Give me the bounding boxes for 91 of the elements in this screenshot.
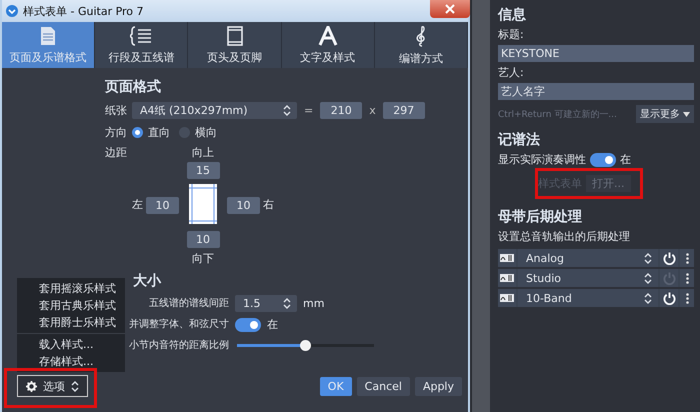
effect-dropdown[interactable]: 10-Band xyxy=(518,289,658,307)
paper-size-dropdown[interactable]: A4纸 (210x297mm) xyxy=(132,102,297,119)
slider-handle[interactable] xyxy=(300,340,310,351)
left-margin-field[interactable]: 10 xyxy=(146,196,179,214)
up-down-icon xyxy=(283,105,291,116)
width-field[interactable]: 210 xyxy=(320,102,362,119)
tab[interactable]: 行段及五线谱 xyxy=(95,22,188,68)
section-heading: 记谱法 xyxy=(498,131,541,149)
staff-icon xyxy=(130,26,152,46)
window-title: 样式表单 - Guitar Pro 7 xyxy=(23,4,144,18)
unit-label: mm xyxy=(303,297,324,310)
letter-icon xyxy=(318,26,338,46)
up-down-icon xyxy=(644,272,652,284)
artist-label: 艺人: xyxy=(498,65,525,80)
transpose-label: 显示实际演奏调性 xyxy=(498,152,586,167)
up-down-icon xyxy=(283,298,291,309)
toggle-state: 在 xyxy=(267,317,278,332)
page-frame-icon xyxy=(226,26,242,46)
menu-item[interactable]: 套用爵士乐样式 xyxy=(17,314,125,331)
radio-label: 直向 xyxy=(148,125,170,140)
up-down-icon xyxy=(644,292,652,304)
more-icon xyxy=(686,272,688,284)
times-sign: x xyxy=(368,104,377,117)
more-button[interactable] xyxy=(680,269,694,287)
top-margin-field[interactable]: 15 xyxy=(186,162,220,179)
power-button[interactable] xyxy=(660,289,678,307)
power-button[interactable] xyxy=(660,249,678,267)
dialog-button[interactable]: Cancel xyxy=(356,376,410,396)
up-down-icon xyxy=(71,380,79,392)
section-heading: 大小 xyxy=(133,272,162,291)
power-icon xyxy=(662,292,676,304)
more-icon xyxy=(686,252,688,264)
right-margin-field[interactable]: 10 xyxy=(227,196,260,214)
up-down-icon xyxy=(644,252,652,264)
settings-icon xyxy=(26,380,37,392)
toggle-switch[interactable] xyxy=(590,152,616,166)
close-button[interactable] xyxy=(430,0,470,18)
menu-item[interactable]: 套用摇滚乐样式 xyxy=(17,280,125,297)
effect-icon xyxy=(500,274,514,282)
caret-icon xyxy=(683,112,690,116)
tab[interactable]: 文字及样式 xyxy=(282,22,375,68)
section-heading: 信息 xyxy=(498,6,527,24)
effect-icon xyxy=(500,254,514,262)
equals-sign: = xyxy=(303,104,314,117)
effect-type-button[interactable] xyxy=(498,249,516,267)
toggle-switch[interactable] xyxy=(235,318,261,332)
mastering-subtitle: 设置总音轨输出的后期处理 xyxy=(498,229,631,244)
artist-field[interactable]: 艺人名字 xyxy=(498,83,694,100)
title-field[interactable]: KEYSTONE xyxy=(498,45,694,62)
more-icon xyxy=(686,292,688,304)
menu-item[interactable]: 套用古典乐样式 xyxy=(17,297,125,314)
toggle-state: 在 xyxy=(620,152,631,167)
show-more-button[interactable]: 显示更多 xyxy=(636,105,694,123)
section-heading: 母带后期处理 xyxy=(498,208,583,226)
staff-spacing-spinbox[interactable]: 1.5 xyxy=(235,295,297,312)
margins-label: 边距 xyxy=(105,145,128,161)
height-field[interactable]: 297 xyxy=(382,102,425,119)
more-button[interactable] xyxy=(680,289,694,307)
tab[interactable]: 页头及页脚 xyxy=(188,22,282,68)
menu-item[interactable]: 载入样式... xyxy=(17,336,125,353)
effect-type-button[interactable] xyxy=(498,289,516,307)
staff-spacing-label: 五线谱的谱线间距 xyxy=(148,296,229,310)
top-label: 向上 xyxy=(192,145,214,160)
left-label: 左 xyxy=(132,196,143,212)
close-icon xyxy=(445,4,455,14)
scale-label: 并调整字体、和弦尺寸 xyxy=(128,318,229,332)
title-label: 标题: xyxy=(498,27,525,42)
effect-type-button[interactable] xyxy=(498,269,516,287)
effect-dropdown[interactable]: Analog xyxy=(518,249,658,267)
page-preview-drawing xyxy=(189,184,217,224)
right-label: 右 xyxy=(263,196,274,212)
dialog-button[interactable]: Apply xyxy=(414,376,462,396)
orientation-label: 方向 xyxy=(105,125,127,140)
power-icon xyxy=(662,252,676,264)
paper-label: 纸张 xyxy=(105,103,127,118)
menu-item[interactable]: 存储样式... xyxy=(17,353,125,370)
bottom-label: 向下 xyxy=(192,251,214,266)
page-icon xyxy=(40,26,56,46)
radio-button[interactable] xyxy=(132,127,143,138)
tab[interactable]: 编谱方式 xyxy=(374,22,468,68)
app-logo-icon xyxy=(6,5,18,17)
effect-icon xyxy=(500,294,514,302)
more-button[interactable] xyxy=(680,249,694,267)
options-button[interactable]: 选项 xyxy=(17,375,88,397)
effect-dropdown[interactable]: Studio xyxy=(518,269,658,287)
radio-label: 横向 xyxy=(195,125,217,140)
section-heading: 页面格式 xyxy=(105,78,162,97)
power-icon xyxy=(662,272,676,284)
bottom-margin-field[interactable]: 10 xyxy=(186,231,220,248)
clef-icon xyxy=(414,24,427,46)
proportion-label: 小节内音符的距离比例 xyxy=(128,338,229,352)
